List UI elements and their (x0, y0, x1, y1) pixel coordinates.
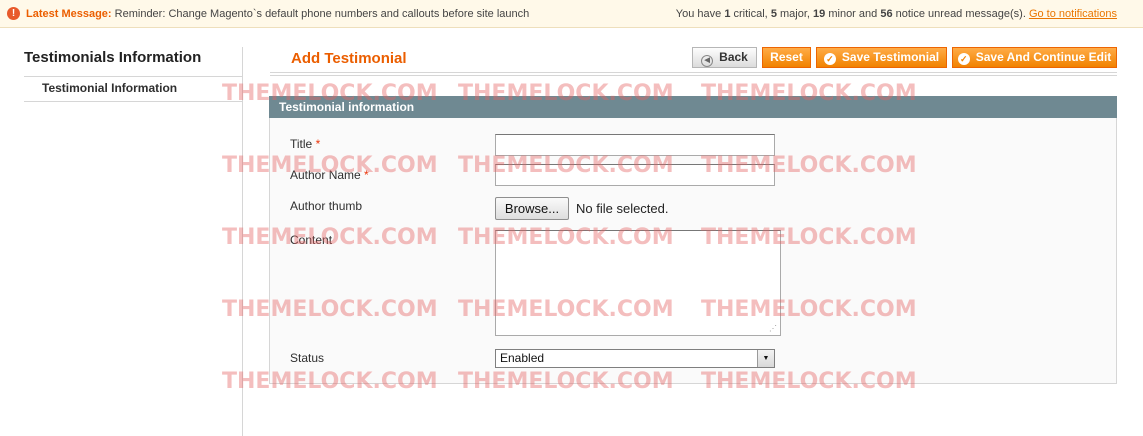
latest-message-label: Latest Message: (26, 8, 112, 20)
back-button-label: Back (719, 50, 748, 64)
go-to-notifications-link[interactable]: Go to notifications (1029, 8, 1117, 20)
sidebar-tab-testimonial-information[interactable]: Testimonial Information (24, 77, 242, 102)
section-header: Testimonial information (269, 96, 1117, 118)
minor-count: 19 (813, 8, 826, 20)
title-input[interactable] (495, 134, 775, 156)
major-count: 5 (770, 8, 777, 20)
notice-count: 56 (880, 8, 893, 20)
notification-summary: You have 1 critical, 5 major, 19 minor a… (676, 0, 1117, 28)
reset-button[interactable]: Reset (762, 47, 811, 68)
save-continue-button-label: Save And Continue Edit (975, 50, 1112, 64)
check-icon: ✓ (957, 53, 970, 65)
reset-button-label: Reset (770, 50, 803, 64)
save-button-label: Save Testimonial (841, 50, 940, 64)
page-title: Add Testimonial (291, 50, 407, 67)
sidebar-title: Testimonials Information (24, 47, 242, 77)
sidebar-divider (242, 47, 243, 436)
required-marker: * (315, 137, 321, 151)
back-arrow-icon: ◀ (701, 55, 714, 67)
author-name-label-text: Author Name (290, 168, 361, 182)
author-thumb-label: Author thumb (290, 199, 363, 213)
back-button[interactable]: ◀ Back (692, 47, 757, 68)
status-selected-value: Enabled (500, 351, 545, 365)
file-status: No file selected. (576, 201, 669, 216)
critical-text: critical, (733, 8, 768, 20)
required-marker: * (364, 168, 369, 182)
critical-count: 1 (724, 8, 731, 20)
browse-button[interactable]: Browse... (495, 197, 569, 220)
content-textarea[interactable]: ⋰ (495, 230, 781, 336)
major-text: major, (780, 8, 810, 20)
save-testimonial-button[interactable]: ✓ Save Testimonial (816, 47, 947, 68)
alert-icon: ! (7, 7, 20, 20)
notification-bar: ! Latest Message: Reminder: Change Magen… (0, 0, 1143, 28)
latest-message: Latest Message: Reminder: Change Magento… (26, 0, 529, 28)
content-label: Content (290, 233, 333, 247)
resize-grip-icon[interactable]: ⋰ (769, 324, 778, 333)
status-select[interactable]: Enabled ▼ (495, 349, 775, 368)
author-name-label: Author Name * (290, 168, 369, 182)
latest-message-text: Reminder: Change Magento`s default phone… (114, 8, 530, 20)
notice-text: notice unread message(s). (895, 8, 1026, 20)
author-name-input[interactable] (495, 164, 775, 186)
title-label-text: Title (290, 137, 313, 151)
chevron-down-icon[interactable]: ▼ (757, 350, 774, 367)
check-icon: ✓ (823, 53, 836, 65)
status-label: Status (290, 351, 325, 365)
summary-prefix: You have (675, 8, 722, 20)
title-label: Title * (290, 137, 320, 151)
header-divider (270, 72, 1117, 76)
minor-text: minor and (828, 8, 878, 20)
save-and-continue-button[interactable]: ✓ Save And Continue Edit (952, 47, 1117, 68)
